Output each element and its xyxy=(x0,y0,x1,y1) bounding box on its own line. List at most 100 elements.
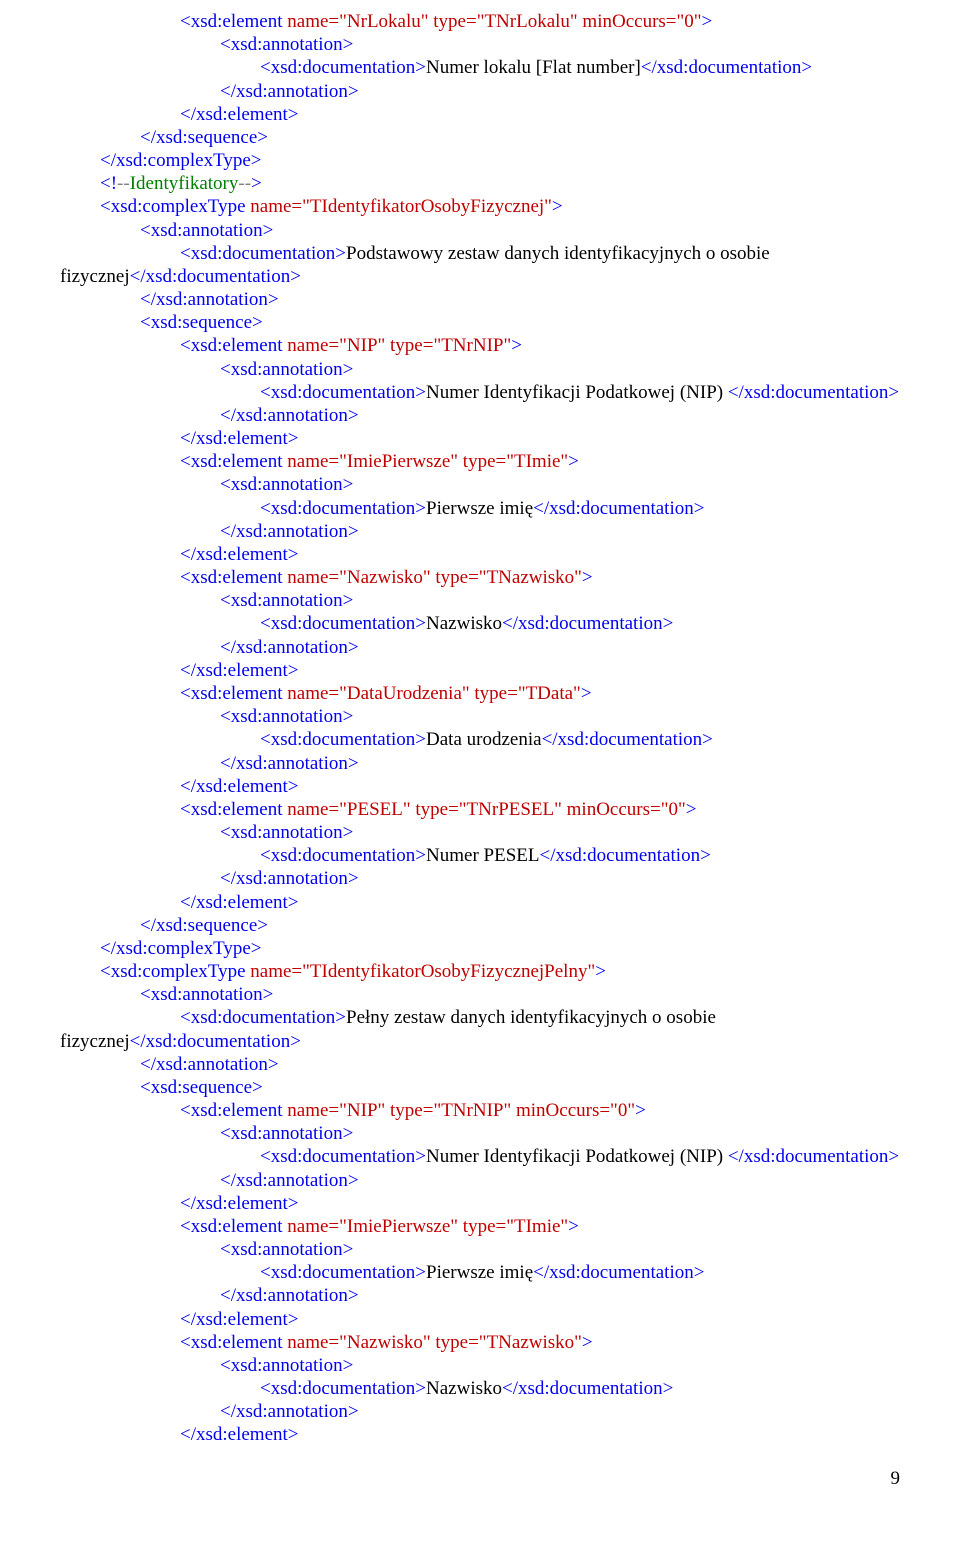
code-segment: </xsd:documentation> xyxy=(502,613,673,634)
code-segment: </xsd:annotation> xyxy=(140,1054,279,1075)
code-line: </xsd:element> xyxy=(60,891,900,914)
code-segment: </xsd:documentation> xyxy=(533,498,704,519)
code-segment: <xsd:documentation> xyxy=(260,382,426,403)
code-segment: name="NIP" type="TNrNIP" minOccurs="0" xyxy=(283,1100,636,1121)
code-segment: <xsd:element xyxy=(180,1100,283,1121)
code-segment: <xsd:documentation> xyxy=(260,1262,426,1283)
code-line: fizycznej</xsd:documentation> xyxy=(60,265,900,288)
code-segment: name="NrLokalu" type="TNrLokalu" minOccu… xyxy=(283,11,702,32)
code-segment: name="PESEL" type="TNrPESEL" minOccurs="… xyxy=(283,799,686,820)
code-segment: </xsd:element> xyxy=(180,1309,299,1330)
code-segment: <xsd:documentation> xyxy=(260,729,426,750)
code-segment: Pełny zestaw danych identyfikacyjnych o … xyxy=(346,1007,721,1028)
code-segment: > xyxy=(582,567,593,588)
code-segment: </xsd:element> xyxy=(180,428,299,449)
code-segment: Numer Identyfikacji Podatkowej (NIP) xyxy=(426,1146,728,1167)
code-line: <xsd:documentation>Numer PESEL</xsd:docu… xyxy=(60,844,900,867)
code-line: <xsd:annotation> xyxy=(60,705,900,728)
code-line: <xsd:element name="PESEL" type="TNrPESEL… xyxy=(60,798,900,821)
code-line: <xsd:sequence> xyxy=(60,311,900,334)
code-segment: </xsd:documentation> xyxy=(542,729,713,750)
code-segment: > xyxy=(251,173,262,194)
code-segment: </xsd:documentation> xyxy=(130,1031,301,1052)
code-line: </xsd:sequence> xyxy=(60,126,900,149)
code-segment: </xsd:complexType> xyxy=(100,150,262,171)
code-segment: </xsd:annotation> xyxy=(220,81,359,102)
code-segment: Data urodzenia xyxy=(426,729,542,750)
code-segment: </xsd:element> xyxy=(180,892,299,913)
code-line: <xsd:annotation> xyxy=(60,473,900,496)
code-line: </xsd:annotation> xyxy=(60,1169,900,1192)
code-segment: -- xyxy=(238,173,251,194)
code-segment: Identyfikatory xyxy=(130,173,239,194)
code-segment: <xsd:element xyxy=(180,799,283,820)
code-segment: <! xyxy=(100,173,117,194)
code-line: <xsd:element name="ImiePierwsze" type="T… xyxy=(60,1215,900,1238)
code-segment: Nazwisko xyxy=(426,1378,502,1399)
code-segment: <xsd:annotation> xyxy=(220,474,353,495)
code-segment: </xsd:annotation> xyxy=(140,289,279,310)
code-segment: fizycznej xyxy=(60,1031,130,1052)
code-line: <xsd:documentation>Nazwisko</xsd:documen… xyxy=(60,1377,900,1400)
code-segment: </xsd:element> xyxy=(180,104,299,125)
code-segment: </xsd:sequence> xyxy=(140,915,268,936)
code-segment: <xsd:annotation> xyxy=(220,1123,353,1144)
code-line: <xsd:annotation> xyxy=(60,1354,900,1377)
code-segment: Nazwisko xyxy=(426,613,502,634)
code-line: </xsd:annotation> xyxy=(60,867,900,890)
code-line: </xsd:annotation> xyxy=(60,636,900,659)
code-line: <xsd:documentation>Numer Identyfikacji P… xyxy=(60,381,900,404)
code-segment: name="ImiePierwsze" type="TImie" xyxy=(283,451,569,472)
code-segment: </xsd:annotation> xyxy=(220,1285,359,1306)
code-line: <xsd:annotation> xyxy=(60,219,900,242)
code-line: <xsd:documentation>Nazwisko</xsd:documen… xyxy=(60,612,900,635)
code-line: </xsd:annotation> xyxy=(60,520,900,543)
code-line: <xsd:documentation>Numer lokalu [Flat nu… xyxy=(60,56,900,79)
code-segment: > xyxy=(581,683,592,704)
code-segment: Numer Identyfikacji Podatkowej (NIP) xyxy=(426,382,728,403)
code-segment: <xsd:annotation> xyxy=(220,822,353,843)
code-segment: > xyxy=(568,1216,579,1237)
code-segment: </xsd:documentation> xyxy=(728,382,899,403)
code-segment: > xyxy=(595,961,606,982)
code-line: </xsd:element> xyxy=(60,659,900,682)
code-segment: </xsd:element> xyxy=(180,660,299,681)
code-segment: </xsd:documentation> xyxy=(502,1378,673,1399)
code-line: </xsd:annotation> xyxy=(60,1284,900,1307)
code-segment: </xsd:documentation> xyxy=(533,1262,704,1283)
code-line: </xsd:sequence> xyxy=(60,914,900,937)
code-segment: <xsd:annotation> xyxy=(140,984,273,1005)
code-line: <!--Identyfikatory--> xyxy=(60,172,900,195)
code-line: <xsd:sequence> xyxy=(60,1076,900,1099)
code-line: <xsd:complexType name="TIdentyfikatorOso… xyxy=(60,960,900,983)
code-segment: <xsd:annotation> xyxy=(220,590,353,611)
code-segment: name="Nazwisko" type="TNazwisko" xyxy=(283,1332,582,1353)
code-segment: name="DataUrodzenia" type="TData" xyxy=(283,683,581,704)
code-segment: </xsd:annotation> xyxy=(220,521,359,542)
code-segment: </xsd:documentation> xyxy=(641,57,812,78)
code-line: <xsd:complexType name="TIdentyfikatorOso… xyxy=(60,195,900,218)
code-line: <xsd:documentation>Pierwsze imię</xsd:do… xyxy=(60,497,900,520)
code-line: </xsd:element> xyxy=(60,775,900,798)
code-segment: </xsd:annotation> xyxy=(220,868,359,889)
code-segment: </xsd:complexType> xyxy=(100,938,262,959)
code-segment: <xsd:documentation> xyxy=(180,243,346,264)
code-segment: <xsd:documentation> xyxy=(260,1146,426,1167)
code-line: </xsd:element> xyxy=(60,427,900,450)
code-line: </xsd:element> xyxy=(60,1308,900,1331)
code-segment: name="NIP" type="TNrNIP" xyxy=(283,335,512,356)
code-segment: fizycznej xyxy=(60,266,130,287)
code-segment: <xsd:annotation> xyxy=(220,34,353,55)
code-segment: <xsd:annotation> xyxy=(140,220,273,241)
code-segment: <xsd:annotation> xyxy=(220,359,353,380)
code-line: <xsd:documentation>Podstawowy zestaw dan… xyxy=(60,242,900,265)
code-line: </xsd:annotation> xyxy=(60,752,900,775)
code-line: </xsd:element> xyxy=(60,1423,900,1446)
code-line: </xsd:element> xyxy=(60,1192,900,1215)
code-segment: </xsd:annotation> xyxy=(220,753,359,774)
code-segment: -- xyxy=(117,173,130,194)
code-line: <xsd:documentation>Pierwsze imię</xsd:do… xyxy=(60,1261,900,1284)
code-line: </xsd:element> xyxy=(60,103,900,126)
code-line: <xsd:documentation>Data urodzenia</xsd:d… xyxy=(60,728,900,751)
code-segment: <xsd:sequence> xyxy=(140,312,263,333)
